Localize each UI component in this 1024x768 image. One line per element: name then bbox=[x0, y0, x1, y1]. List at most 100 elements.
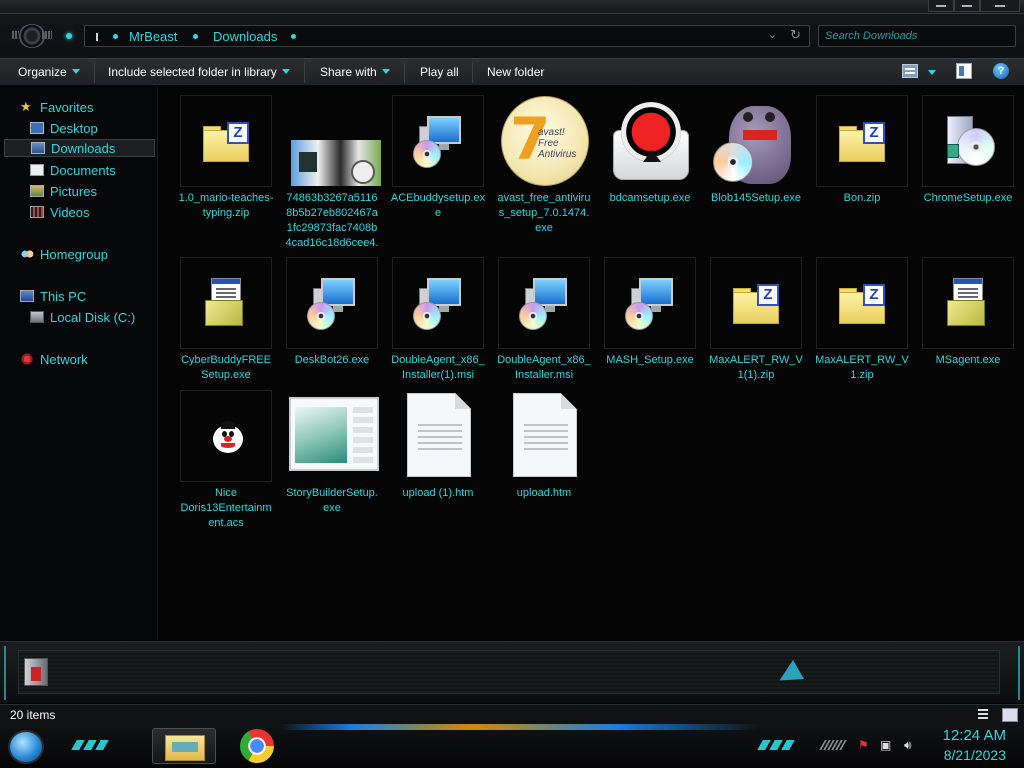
minimize-button[interactable] bbox=[928, 0, 954, 12]
change-view-icon[interactable] bbox=[902, 64, 918, 78]
file-name: MASH_Setup.exe bbox=[606, 354, 694, 366]
nav-label: Downloads bbox=[51, 140, 116, 156]
include-library-label: Include selected folder in library bbox=[108, 65, 277, 79]
hard-drive-icon bbox=[30, 311, 44, 323]
show-desktop-icon[interactable] bbox=[819, 740, 847, 750]
preview-pane-icon[interactable] bbox=[956, 63, 972, 79]
view-options-dropdown-icon[interactable] bbox=[928, 70, 936, 75]
nav-local-disk[interactable]: Local Disk (C:) bbox=[30, 308, 135, 326]
nav-label: Local Disk (C:) bbox=[50, 309, 136, 325]
nav-desktop[interactable]: Desktop bbox=[30, 119, 98, 137]
file-name: MaxALERT_RW_V1(1).zip bbox=[709, 354, 803, 381]
taskbar-file-explorer[interactable] bbox=[152, 728, 216, 764]
file-name: bdcamsetup.exe bbox=[609, 192, 691, 204]
dropdown-caret-icon bbox=[71, 69, 80, 74]
nav-label: Homegroup bbox=[40, 246, 108, 262]
search-input[interactable] bbox=[825, 28, 995, 44]
storybuilder-icon bbox=[286, 390, 379, 482]
file-name: MSagent.exe bbox=[935, 354, 1001, 366]
zip-icon: Z bbox=[710, 257, 802, 349]
navigation-pane: ★ Favorites Desktop Downloads Documents P… bbox=[0, 87, 158, 640]
folder-location-icon: ꞁ bbox=[95, 30, 99, 42]
nav-network[interactable]: Network bbox=[20, 350, 88, 368]
breadcrumb-separator-icon[interactable] bbox=[193, 34, 198, 39]
organize-label: Organize bbox=[18, 65, 67, 79]
documents-icon bbox=[30, 164, 44, 176]
play-all-button[interactable]: Play all bbox=[420, 65, 459, 79]
bandicam-icon bbox=[604, 95, 696, 187]
doris-icon bbox=[180, 390, 272, 482]
details-pane bbox=[0, 641, 1024, 703]
folder-details-icon bbox=[24, 658, 48, 686]
include-in-library-button[interactable]: Include selected folder in library bbox=[108, 65, 290, 79]
taskbar-chrome-icon[interactable] bbox=[240, 729, 274, 763]
frame-accent bbox=[4, 646, 14, 700]
toolbar-separator bbox=[304, 63, 305, 83]
nav-label: Documents bbox=[50, 162, 116, 178]
address-bar[interactable]: ꞁ MrBeast Downloads ⌄ ↻ bbox=[84, 25, 810, 47]
nav-documents[interactable]: Documents bbox=[30, 161, 116, 179]
details-view-icon[interactable] bbox=[978, 709, 988, 721]
maximize-button[interactable] bbox=[954, 0, 980, 12]
setup-box-icon bbox=[922, 257, 1014, 349]
nav-label: Videos bbox=[50, 204, 90, 220]
organize-button[interactable]: Organize bbox=[18, 65, 80, 79]
desktop-icon bbox=[30, 122, 44, 134]
nav-pictures[interactable]: Pictures bbox=[30, 182, 97, 200]
breadcrumb-separator-icon[interactable] bbox=[113, 34, 118, 39]
downloads-icon bbox=[31, 142, 45, 154]
nav-label: This PC bbox=[40, 288, 87, 304]
chevron-decor-icon bbox=[757, 740, 797, 750]
star-icon: ★ bbox=[20, 99, 32, 114]
breadcrumb-separator-icon[interactable] bbox=[291, 34, 296, 39]
clock-time[interactable]: 12:24 AM bbox=[943, 727, 1006, 744]
installer-icon bbox=[604, 257, 696, 349]
nav-label: Favorites bbox=[40, 99, 94, 115]
forward-arrow-icon[interactable] bbox=[42, 31, 52, 39]
details-pane-body bbox=[18, 650, 1000, 694]
computer-icon bbox=[20, 290, 34, 302]
nav-favorites[interactable]: ★ Favorites bbox=[20, 98, 93, 116]
recent-locations-dot[interactable] bbox=[66, 33, 72, 39]
nav-label: Desktop bbox=[50, 120, 98, 136]
nav-homegroup[interactable]: Homegroup bbox=[20, 245, 108, 263]
refresh-icon[interactable]: ↻ bbox=[790, 27, 801, 43]
network-tray-icon[interactable]: ▣ bbox=[880, 738, 891, 752]
large-icons-view-icon[interactable] bbox=[1002, 708, 1018, 722]
file-name: ChromeSetup.exe bbox=[923, 192, 1013, 204]
pictures-icon bbox=[30, 185, 44, 197]
nav-downloads[interactable]: Downloads bbox=[4, 139, 155, 157]
breadcrumb-downloads[interactable]: Downloads bbox=[213, 29, 277, 44]
videos-icon bbox=[30, 206, 44, 218]
zip-icon: Z bbox=[180, 95, 272, 187]
back-forward-orb[interactable] bbox=[12, 22, 52, 50]
file-name: 74863b3267a51168b5b27eb802467a1fc29873fa… bbox=[285, 192, 379, 264]
search-box[interactable] bbox=[818, 25, 1016, 47]
action-center-flag-icon[interactable]: ⚑ bbox=[858, 738, 869, 752]
file-name: CyberBuddyFREESetup.exe bbox=[181, 354, 271, 381]
file-name: upload.htm bbox=[516, 487, 572, 499]
start-button[interactable] bbox=[8, 730, 44, 764]
share-with-button[interactable]: Share with bbox=[320, 65, 390, 79]
new-folder-button[interactable]: New folder bbox=[487, 65, 544, 79]
item-count: 20 items bbox=[10, 708, 56, 722]
breadcrumb-mrbeast[interactable]: MrBeast bbox=[129, 29, 177, 44]
volume-icon[interactable]: 🔊︎ bbox=[904, 738, 912, 753]
homegroup-icon bbox=[20, 248, 34, 260]
close-button[interactable] bbox=[980, 0, 1020, 12]
blob-icon bbox=[710, 95, 802, 187]
toolbar-separator bbox=[94, 63, 95, 83]
nav-videos[interactable]: Videos bbox=[30, 203, 90, 221]
image-thumbnail-icon bbox=[286, 95, 381, 187]
file-name: Nice Doris13Entertainment.acs bbox=[180, 487, 272, 529]
file-list-view: Z 1.0_mario-teaches-typing.zip 74863b326… bbox=[159, 87, 1024, 640]
nav-this-pc[interactable]: This PC bbox=[20, 287, 86, 305]
document-icon bbox=[392, 390, 484, 482]
help-icon[interactable]: ? bbox=[993, 63, 1009, 79]
share-with-label: Share with bbox=[320, 65, 377, 79]
clock-date[interactable]: 8/21/2023 bbox=[944, 747, 1006, 763]
file-name: DoubleAgent_x86_Installer.msi bbox=[497, 354, 591, 381]
address-history-dropdown-icon[interactable]: ⌄ bbox=[768, 28, 777, 41]
dropdown-caret-icon bbox=[281, 69, 290, 74]
dropdown-caret-icon bbox=[381, 69, 390, 74]
